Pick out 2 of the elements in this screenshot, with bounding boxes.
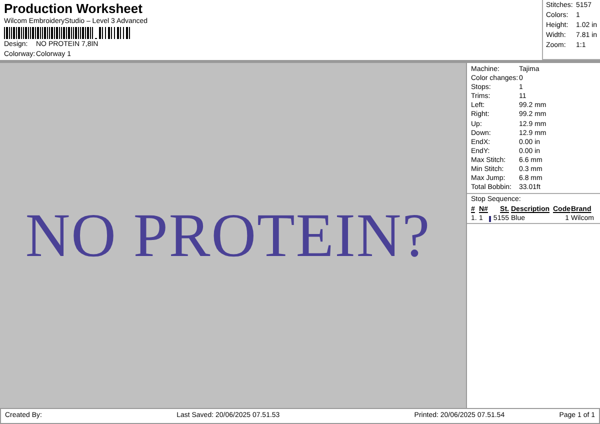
worksheet-title: Production Worksheet	[4, 1, 144, 17]
design-text: NO PROTEIN?	[25, 204, 432, 266]
